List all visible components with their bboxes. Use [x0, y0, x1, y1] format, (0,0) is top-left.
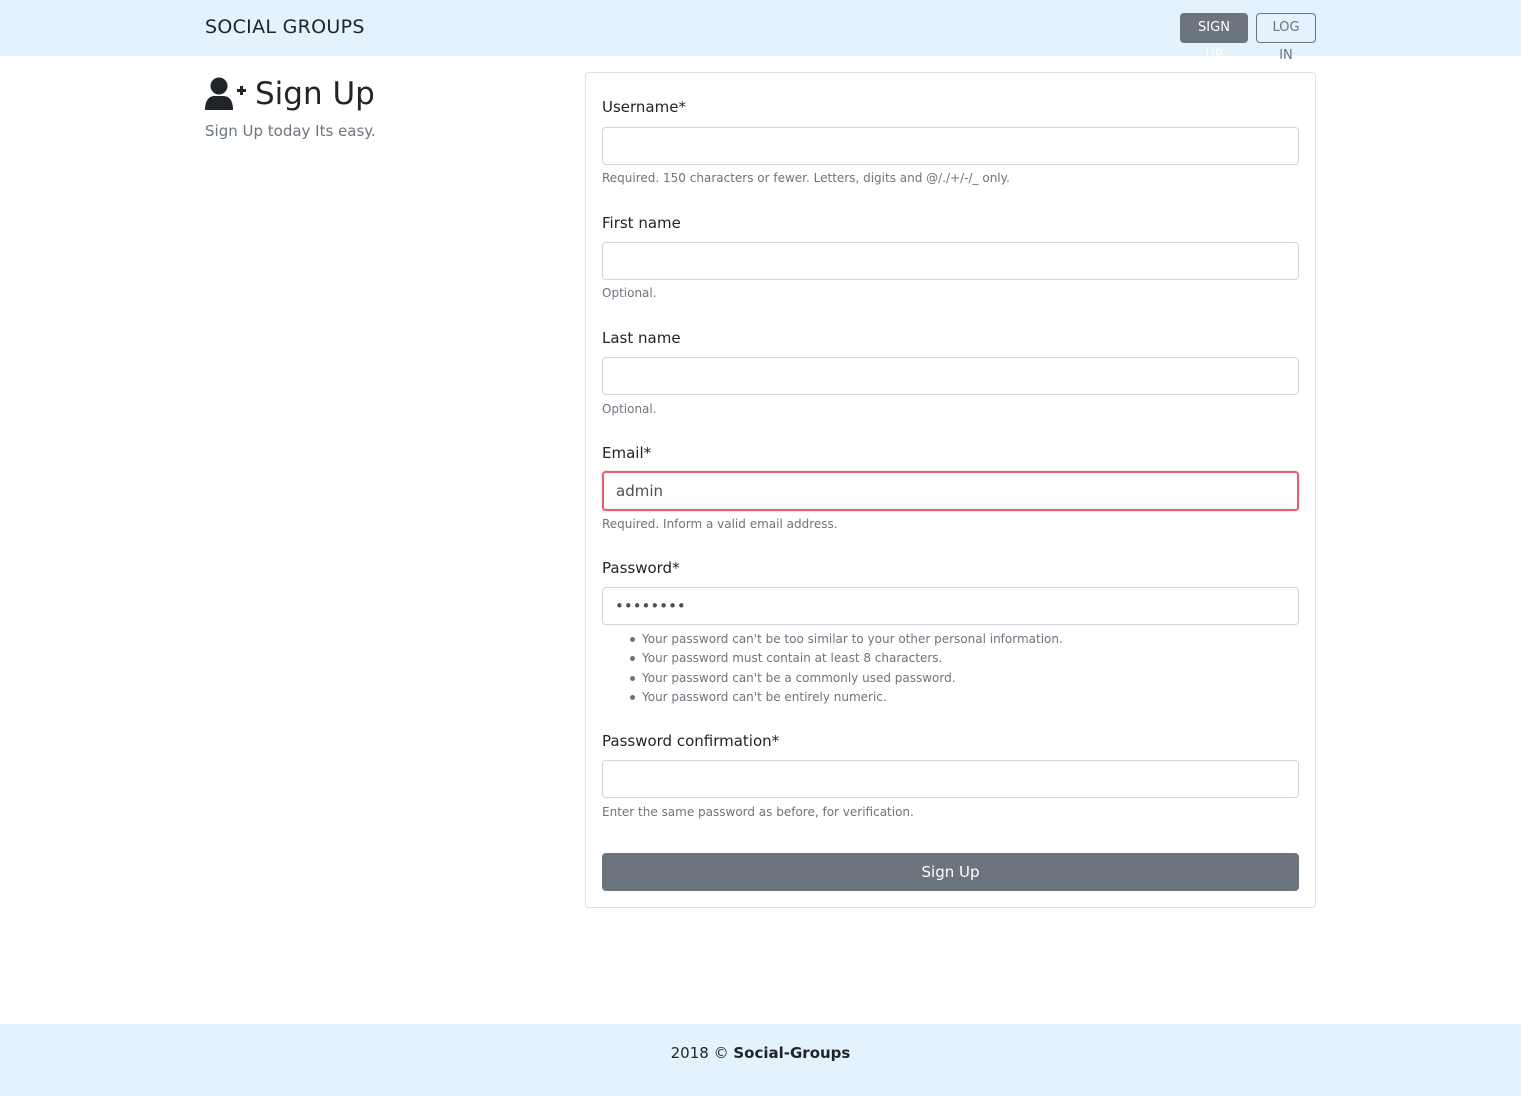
email-label: Email*: [602, 444, 652, 462]
password-rule: Your password can't be a commonly used p…: [630, 671, 1063, 690]
password-rule: Your password can't be entirely numeric.: [630, 690, 1063, 709]
page-subtitle: Sign Up today Its easy.: [205, 122, 376, 140]
first-name-input[interactable]: [602, 242, 1299, 280]
nav-login-button[interactable]: LOG IN: [1256, 13, 1316, 63]
brand-link[interactable]: SOCIAL GROUPS: [205, 16, 365, 38]
email-help: Required. Inform a valid email address.: [602, 517, 838, 531]
password-confirmation-help: Enter the same password as before, for v…: [602, 805, 914, 819]
username-help: Required. 150 characters or fewer. Lette…: [602, 171, 1010, 185]
first-name-help: Optional.: [602, 286, 657, 300]
footer-site-name: Social-Groups: [733, 1044, 851, 1062]
page-header: Sign Up: [205, 74, 375, 114]
nav-signup-button[interactable]: SIGN UP: [1180, 13, 1248, 63]
last-name-help: Optional.: [602, 402, 657, 416]
footer-copyright: 2018 © Social-Groups: [0, 1044, 1521, 1062]
user-plus-icon: [205, 77, 246, 110]
password-rules-list: Your password can't be too similar to yo…: [630, 632, 1063, 709]
page-title: Sign Up: [255, 76, 375, 112]
password-rule: Your password can't be too similar to yo…: [630, 632, 1063, 651]
last-name-input[interactable]: [602, 357, 1299, 395]
username-label: Username*: [602, 98, 686, 116]
signup-submit-button[interactable]: Sign Up: [602, 853, 1299, 891]
password-label: Password*: [602, 559, 680, 577]
password-confirmation-label: Password confirmation*: [602, 732, 780, 750]
last-name-label: Last name: [602, 329, 681, 347]
footer-year: 2018 ©: [670, 1044, 729, 1062]
username-input[interactable]: [602, 127, 1299, 165]
first-name-label: First name: [602, 214, 681, 232]
password-confirmation-input[interactable]: [602, 760, 1299, 798]
footer: 2018 © Social-Groups: [0, 1024, 1521, 1096]
password-rule: Your password must contain at least 8 ch…: [630, 651, 1063, 670]
navbar: SOCIAL GROUPS SIGN UP LOG IN: [0, 0, 1521, 63]
email-input[interactable]: [602, 471, 1299, 511]
password-input[interactable]: [602, 587, 1299, 625]
